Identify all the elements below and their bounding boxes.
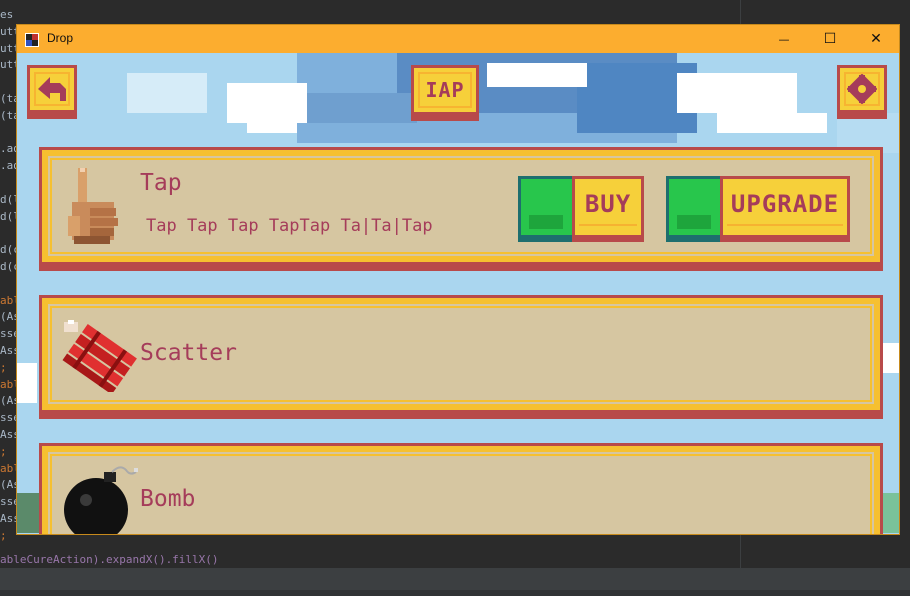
minimize-icon: —	[778, 32, 790, 46]
buy-label: BUY	[584, 190, 632, 218]
app-icon	[25, 32, 39, 47]
buy-button-underline	[579, 224, 637, 226]
close-icon: ✕	[870, 31, 882, 47]
code-line: ;	[0, 528, 7, 542]
bomb-icon	[64, 466, 138, 534]
buy-button[interactable]: BUY	[572, 176, 644, 238]
card-title-bomb: Bomb	[140, 486, 196, 512]
gear-icon	[847, 74, 877, 104]
minimize-button[interactable]: —	[761, 25, 807, 53]
back-arrow-icon	[38, 77, 66, 101]
card-title-scatter: Scatter	[140, 340, 237, 366]
tap-upgrade-toggle-bar	[677, 215, 711, 229]
upgrade-card-bomb: Bomb	[39, 443, 883, 534]
window-title: Drop	[47, 31, 74, 45]
game-viewport: IAP Tap Tap Tap Tap TapTap Ta|Ta|Tap BUY…	[17, 53, 899, 534]
title-bar[interactable]: Drop — ☐ ✕	[17, 25, 899, 53]
upgrade-card-tap: Tap Tap Tap Tap TapTap Ta|Ta|Tap BUY UPG…	[39, 147, 883, 265]
ide-status-bar	[0, 590, 910, 596]
ide-status-area	[0, 568, 910, 590]
close-button[interactable]: ✕	[853, 25, 899, 53]
settings-button[interactable]	[837, 65, 887, 113]
maximize-icon: ☐	[823, 31, 837, 47]
card-title-tap: Tap	[140, 170, 182, 196]
upgrade-button[interactable]: UPGRADE	[720, 176, 850, 238]
back-button[interactable]	[27, 65, 77, 113]
dynamite-icon	[62, 320, 137, 392]
code-line-bottom: ableCureAction).expandX().fillX()	[0, 553, 219, 566]
app-window: Drop — ☐ ✕ IAP Tap Tap Tap Tap TapTap Ta…	[16, 24, 900, 535]
upgrade-label: UPGRADE	[730, 190, 840, 218]
tap-counter-strip: Tap Tap Tap TapTap Ta|Ta|Tap	[146, 216, 433, 236]
tap-buy-toggle[interactable]	[518, 176, 576, 238]
iap-label: IAP	[425, 78, 465, 102]
upgrade-card-scatter: Scatter	[39, 295, 883, 413]
code-line: ;	[0, 360, 7, 374]
iap-button[interactable]: IAP	[411, 65, 479, 115]
tap-buy-toggle-bar	[529, 215, 563, 229]
code-line: es	[0, 8, 14, 21]
upgrade-button-underline	[727, 224, 843, 226]
tap-upgrade-toggle[interactable]	[666, 176, 724, 238]
code-line: ;	[0, 444, 7, 458]
maximize-button[interactable]: ☐	[807, 25, 853, 53]
hand-icon	[68, 168, 118, 244]
